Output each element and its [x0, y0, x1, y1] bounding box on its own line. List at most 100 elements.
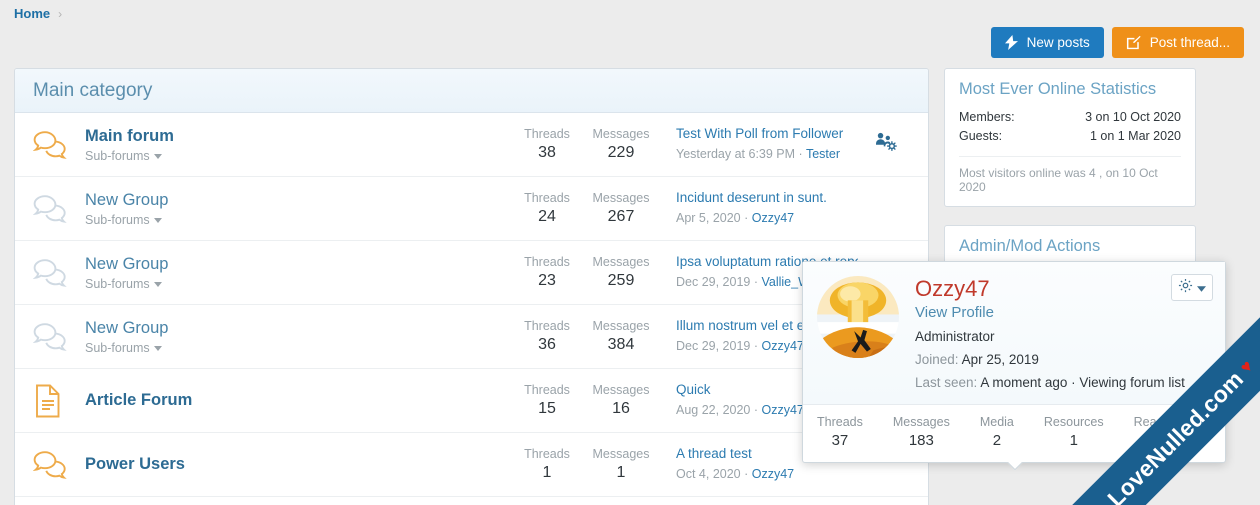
- messages-value: 16: [612, 399, 630, 417]
- messages-stat: Messages 267: [584, 190, 658, 228]
- statistics-body: Members: 3 on 10 Oct 2020 Guests: 1 on 1…: [945, 108, 1195, 206]
- member-card-stat-value: 2: [992, 432, 1002, 450]
- messages-label: Messages: [592, 254, 650, 269]
- threads-stat: Threads 36: [510, 318, 584, 356]
- new-posts-button[interactable]: New posts: [990, 27, 1104, 58]
- subforums-toggle[interactable]: Sub-forums: [85, 213, 500, 227]
- breadcrumb-home-link[interactable]: Home: [14, 6, 50, 21]
- threads-label: Threads: [524, 254, 570, 269]
- forum-title-link[interactable]: Power Users: [85, 454, 500, 475]
- threads-value: 36: [538, 335, 556, 353]
- stat-row: Guests: 1 on 1 Mar 2020: [959, 127, 1181, 146]
- last-post-author-link[interactable]: Ozzy47: [761, 339, 803, 353]
- threads-label: Threads: [524, 382, 570, 397]
- view-profile-link[interactable]: View Profile: [915, 303, 1211, 323]
- member-card-stat: Resources 1: [1044, 414, 1104, 451]
- member-card-stat-value: 183: [908, 432, 934, 450]
- messages-stat: Messages 384: [584, 318, 658, 356]
- breadcrumb-separator-icon: ›: [58, 6, 63, 21]
- threads-label: Threads: [524, 126, 570, 141]
- joined-label: Joined:: [915, 352, 959, 368]
- forum-list: Main forum Sub-forums Threads 38 Messages 229…: [15, 113, 928, 505]
- forum-row[interactable]: Main forum Sub-forums Threads 38 Messages 229…: [15, 113, 928, 177]
- statistics-title: Most Ever Online Statistics: [959, 80, 1157, 98]
- member-hover-card: Ozzy47 View Profile Administrator Joined…: [802, 261, 1226, 463]
- messages-label: Messages: [592, 382, 650, 397]
- last-seen-label: Last seen:: [915, 375, 978, 391]
- forum-row[interactable]: New Group Sub-forums Threads 36 Messages 384 I…: [15, 305, 928, 369]
- subforums-toggle[interactable]: Sub-forums: [85, 341, 500, 355]
- page-actions: New posts Post thread...: [990, 27, 1244, 58]
- last-post-author-link[interactable]: Ozzy47: [752, 467, 794, 481]
- member-card-stat-value: 26: [1166, 432, 1184, 450]
- threads-value: 23: [538, 271, 556, 289]
- messages-label: Messages: [592, 126, 650, 141]
- last-post-date: Aug 22, 2020: [676, 403, 751, 418]
- last-post-title-link[interactable]: Test With Poll from Follower: [676, 125, 858, 144]
- last-post-title-link[interactable]: Incidunt deserunt in sunt.: [676, 189, 858, 208]
- forum-row[interactable]: quia omnis nequeThreadsMessages: [15, 497, 928, 505]
- stat-label: Members:: [959, 110, 1015, 124]
- member-card-stat-label: Threads: [817, 415, 863, 430]
- threads-stat: Threads 15: [510, 382, 584, 420]
- chevron-down-icon: [1197, 279, 1206, 297]
- member-card-stat: Threads 37: [817, 414, 863, 451]
- forum-category-panel: Main category Main forum Sub-forums Thread…: [14, 68, 929, 505]
- member-card-pointer: [1005, 462, 1023, 471]
- forum-info: New Group Sub-forums: [85, 254, 510, 292]
- forum-title-link[interactable]: Article Forum: [85, 390, 500, 411]
- member-card-username: Ozzy47: [915, 276, 990, 301]
- last-post-date: Oct 4, 2020: [676, 467, 741, 482]
- messages-label: Messages: [592, 190, 650, 205]
- forum-title-link[interactable]: New Group: [85, 254, 500, 275]
- last-post-date: Dec 29, 2019: [676, 275, 751, 290]
- subforums-label: Sub-forums: [85, 341, 150, 356]
- threads-label: Threads: [524, 318, 570, 333]
- member-card-stat-label: Resources: [1043, 415, 1104, 430]
- forum-icon: [33, 450, 85, 480]
- forum-title-link[interactable]: New Group: [85, 190, 500, 211]
- stat-label: Guests:: [959, 129, 1003, 144]
- forum-icon: [33, 194, 85, 224]
- post-thread-label: Post thread...: [1149, 35, 1230, 50]
- forum-title-link[interactable]: Main forum: [85, 126, 500, 147]
- last-post-meta: Apr 5, 2020 · Ozzy47: [676, 211, 795, 226]
- users-cog-icon[interactable]: [875, 132, 897, 157]
- gear-icon: [1178, 278, 1193, 298]
- stat-value: 1 on 1 Mar 2020: [1089, 129, 1181, 144]
- forum-row[interactable]: Power Users Threads 1 Messages 1 A thread tes…: [15, 433, 928, 497]
- member-card-stat-value: 1: [1069, 432, 1078, 450]
- last-post-author-link[interactable]: Ozzy47: [761, 403, 803, 417]
- member-card-avatar[interactable]: [817, 276, 899, 358]
- subforums-toggle[interactable]: Sub-forums: [85, 149, 500, 163]
- forum-row[interactable]: New Group Sub-forums Threads 24 Messages 267 I…: [15, 177, 928, 241]
- member-card-role: Administrator: [915, 328, 995, 344]
- forum-info: Article Forum: [85, 390, 510, 411]
- breadcrumb: Home ›: [14, 6, 62, 21]
- forum-info: Power Users: [85, 454, 510, 475]
- forum-icon: [33, 258, 85, 288]
- subforums-toggle[interactable]: Sub-forums: [85, 277, 500, 291]
- member-card-actions-button[interactable]: [1171, 274, 1213, 301]
- member-card-stat-label: Media: [979, 415, 1014, 430]
- messages-stat: Messages 1: [584, 446, 658, 484]
- threads-value: 15: [538, 399, 556, 417]
- messages-value: 384: [607, 335, 635, 353]
- threads-label: Threads: [524, 190, 570, 205]
- messages-value: 229: [607, 143, 635, 161]
- member-card-stat-label: Reaction score: [1133, 415, 1218, 430]
- chevron-down-icon: [153, 153, 162, 159]
- post-thread-button[interactable]: Post thread...: [1111, 27, 1244, 58]
- forum-info: Main forum Sub-forums: [85, 126, 510, 164]
- forum-row[interactable]: New Group Sub-forums Threads 23 Messages 259 I…: [15, 241, 928, 305]
- threads-value: 24: [538, 207, 556, 225]
- messages-stat: Messages 259: [584, 254, 658, 292]
- member-card-stat: Reaction score 26: [1134, 414, 1217, 451]
- forum-row[interactable]: Article Forum Threads 15 Messages 16 Quick Aug…: [15, 369, 928, 433]
- heart-icon: ♥: [1236, 356, 1257, 378]
- forum-icon: [33, 322, 85, 352]
- last-post-author-link[interactable]: Ozzy47: [752, 211, 794, 225]
- forum-info: New Group Sub-forums: [85, 190, 510, 228]
- forum-title-link[interactable]: New Group: [85, 318, 500, 339]
- last-post-author-link[interactable]: Tester: [806, 147, 840, 161]
